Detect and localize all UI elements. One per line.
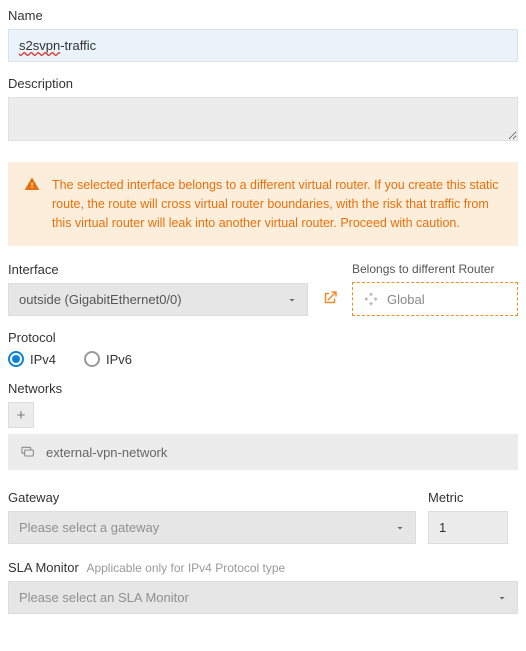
name-label: Name [8,8,518,23]
warning-text: The selected interface belongs to a diff… [52,176,502,232]
open-external-icon[interactable] [320,282,340,314]
belongs-label: Belongs to different Router [352,262,518,276]
plus-icon: + [17,407,26,424]
description-label: Description [8,76,518,91]
sla-label: SLA Monitor [8,560,79,575]
protocol-ipv6-radio[interactable]: IPv6 [84,351,132,367]
metric-input[interactable] [428,511,508,544]
gateway-select[interactable]: Please select a gateway [8,511,416,544]
name-value-misspelled: s2svpn [19,38,60,53]
metric-label: Metric [428,490,518,505]
name-value-rest: -traffic [60,38,96,53]
networks-label: Networks [8,381,518,396]
name-input[interactable]: s2svpn-traffic [8,29,518,62]
protocol-ipv4-radio[interactable]: IPv4 [8,351,56,367]
protocol-ipv4-label: IPv4 [30,352,56,367]
interface-label: Interface [8,262,308,277]
gateway-label: Gateway [8,490,416,505]
protocol-label: Protocol [8,330,518,345]
warning-icon [24,176,40,192]
warning-alert: The selected interface belongs to a diff… [8,162,518,246]
radio-unselected-icon [84,351,100,367]
protocol-ipv6-label: IPv6 [106,352,132,367]
globe-icon [363,291,379,307]
belongs-router-box: Global [352,282,518,316]
add-network-button[interactable]: + [8,402,34,428]
network-icon [20,444,36,460]
sla-hint: Applicable only for IPv4 Protocol type [86,561,285,575]
belongs-router-value: Global [387,292,425,307]
sla-select[interactable]: Please select an SLA Monitor [8,581,518,614]
description-textarea[interactable] [8,97,518,141]
network-list-item[interactable]: external-vpn-network [8,434,518,470]
interface-select[interactable]: outside (GigabitEthernet0/0) [8,283,308,316]
network-item-label: external-vpn-network [46,445,167,460]
radio-selected-icon [8,351,24,367]
